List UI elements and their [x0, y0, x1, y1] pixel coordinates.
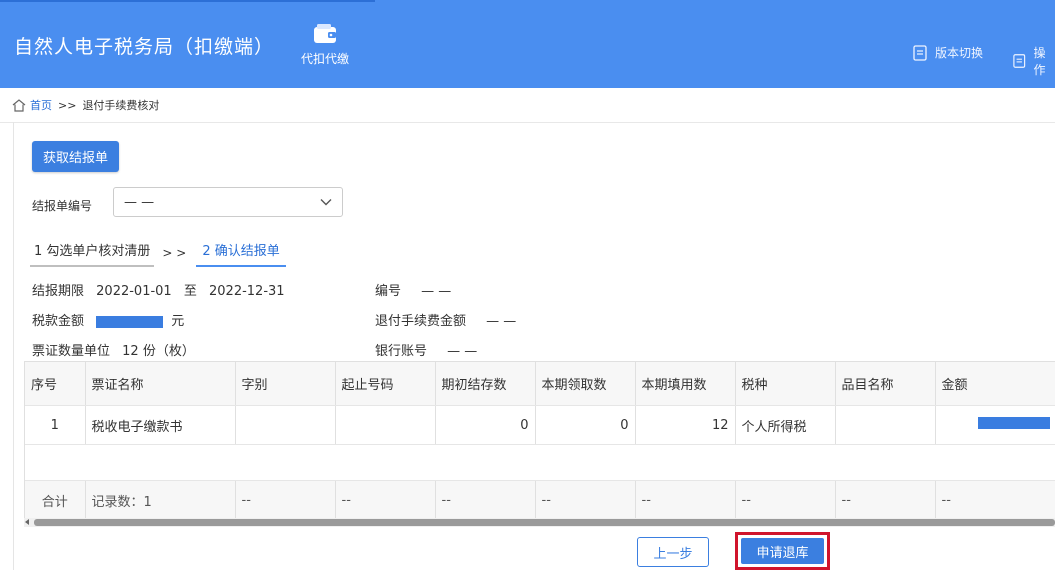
breadcrumb: 首页 >> 退付手续费核对 — [0, 88, 1055, 123]
nav-agent-label: 代扣代缴 — [300, 52, 349, 66]
step-tabs: 1 勾选单户核对清册 > > 2 确认结报单 — [30, 240, 286, 268]
operation-button[interactable]: 操作 — [1013, 44, 1055, 78]
summary-cell: -- — [735, 480, 836, 519]
nav-agent-withholding[interactable]: 代扣代缴 — [295, 22, 355, 67]
report-number-select[interactable]: — — — [113, 187, 343, 217]
summary-cell: -- — [635, 480, 736, 519]
table-empty-row — [25, 444, 1055, 481]
summary-records: 记录数：1 — [85, 480, 236, 519]
bank-account-info: 银行账号 — — — [375, 340, 477, 359]
cell-used: 12 — [635, 405, 736, 445]
version-switch-button[interactable]: 版本切换 — [913, 44, 983, 61]
summary-label: 合计 — [25, 480, 86, 519]
col-header-used: 本期填用数 — [635, 362, 736, 406]
operation-label: 操作 — [1033, 46, 1046, 77]
number-info: 编号 — — — [375, 280, 451, 299]
table-header-row: 序号 票证名称 字别 起止号码 期初结存数 本期领取数 本期填用数 税种 品目名… — [25, 362, 1055, 406]
tab-step-2[interactable]: 2 确认结报单 — [196, 240, 286, 267]
period-end: 2022-12-31 — [209, 284, 285, 299]
chevron-down-icon — [320, 199, 332, 206]
cell-received: 0 — [535, 405, 636, 445]
scroll-left-arrow-icon[interactable] — [25, 519, 29, 525]
tab-step-1[interactable]: 1 勾选单户核对清册 — [30, 240, 155, 267]
bank-account-label: 银行账号 — [375, 344, 428, 359]
top-bar: 自然人电子税务局（扣缴端） 代扣代缴 版本切换 操作 — [0, 0, 1055, 88]
col-header-seq: 序号 — [25, 362, 86, 406]
breadcrumb-home-label: 首页 — [30, 99, 52, 112]
bank-account-value: — — — [447, 344, 478, 359]
col-header-opening: 期初结存数 — [435, 362, 536, 406]
col-header-zibie: 字别 — [235, 362, 336, 406]
top-accent-line — [0, 0, 375, 2]
col-header-item-name: 品目名称 — [835, 362, 936, 406]
tax-amount-info: 税款金额 元 — [32, 310, 184, 329]
breadcrumb-separator: >> — [58, 98, 77, 112]
summary-cell: -- — [935, 480, 1055, 519]
redacted-amount — [96, 315, 164, 328]
cell-seq: 1 — [25, 405, 86, 445]
home-icon — [12, 98, 26, 112]
cell-tax-type: 个人所得税 — [735, 405, 836, 445]
horizontal-scrollbar[interactable] — [24, 518, 1055, 527]
summary-cell: -- — [435, 480, 536, 519]
summary-cell: -- — [535, 480, 636, 519]
document-icon — [1013, 54, 1026, 68]
document-icon — [913, 44, 927, 61]
scrollbar-thumb[interactable] — [34, 519, 1055, 526]
col-header-ticket-name: 票证名称 — [85, 362, 236, 406]
redacted-amount — [977, 417, 1050, 429]
breadcrumb-home[interactable]: 首页 — [12, 97, 52, 113]
table-row[interactable]: 1 税收电子缴款书 0 0 12 个人所得税 — [25, 405, 1055, 445]
step-separator: > > — [162, 246, 187, 260]
summary-cell: -- — [235, 480, 336, 519]
app-title: 自然人电子税务局（扣缴端） — [14, 36, 275, 58]
ticket-qty-value: 12 份（枚） — [122, 344, 195, 359]
period-info: 结报期限 2022-01-01 至 2022-12-31 — [32, 280, 285, 299]
summary-cell: -- — [335, 480, 436, 519]
cell-amount — [935, 405, 1055, 445]
refund-fee-label: 退付手续费金额 — [375, 314, 467, 329]
tax-amount-label: 税款金额 — [32, 314, 85, 329]
period-to: 至 — [183, 284, 197, 299]
summary-cell: -- — [835, 480, 936, 519]
col-header-amount: 金额 — [935, 362, 1055, 406]
col-header-tax-type: 税种 — [735, 362, 836, 406]
tax-amount-unit: 元 — [171, 314, 185, 329]
number-value: — — — [421, 284, 452, 299]
cell-opening: 0 — [435, 405, 536, 445]
table-summary-row: 合计 记录数：1 -- -- -- -- -- -- -- -- — [25, 480, 1055, 519]
period-start: 2022-01-01 — [96, 284, 172, 299]
col-header-number-range: 起止号码 — [335, 362, 436, 406]
previous-step-button[interactable]: 上一步 — [637, 537, 709, 567]
number-label: 编号 — [375, 284, 402, 299]
cell-ticket-name: 税收电子缴款书 — [85, 405, 236, 445]
ticket-qty-label: 票证数量单位 — [32, 344, 111, 359]
cell-zibie — [235, 405, 336, 445]
content-left-border — [13, 122, 14, 570]
apply-refund-button[interactable]: 申请退库 — [741, 538, 824, 564]
breadcrumb-current: 退付手续费核对 — [82, 99, 160, 112]
empty-space — [25, 444, 1055, 481]
cell-number-range — [335, 405, 436, 445]
col-header-received: 本期领取数 — [535, 362, 636, 406]
refund-fee-info: 退付手续费金额 — — — [375, 310, 516, 329]
report-number-label: 结报单编号 — [32, 199, 93, 213]
wallet-icon — [314, 24, 336, 43]
period-label: 结报期限 — [32, 284, 85, 299]
version-switch-label: 版本切换 — [935, 46, 984, 60]
refund-fee-value: — — — [486, 314, 517, 329]
ticket-qty-info: 票证数量单位 12 份（枚） — [32, 340, 195, 359]
report-number-value: — — — [124, 194, 155, 210]
cell-item-name — [835, 405, 936, 445]
ticket-table: 序号 票证名称 字别 起止号码 期初结存数 本期领取数 本期填用数 税种 品目名… — [24, 361, 1055, 520]
fetch-report-button[interactable]: 获取结报单 — [32, 141, 119, 172]
highlight-box: 申请退库 — [735, 532, 830, 570]
